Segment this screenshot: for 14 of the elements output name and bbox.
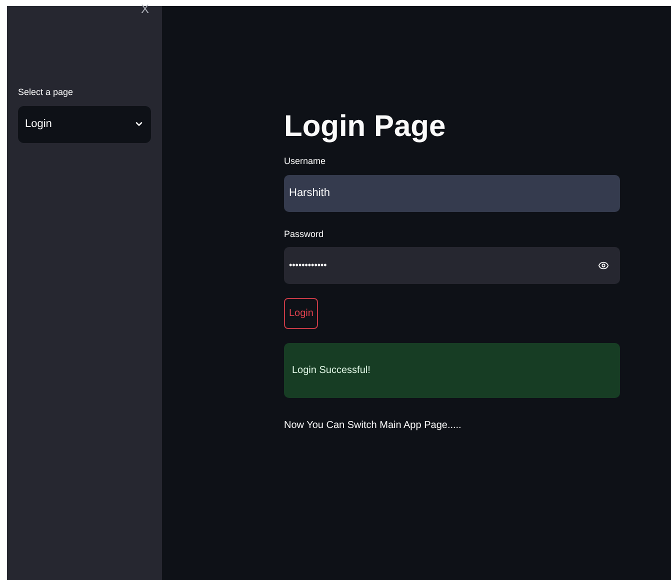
password-field[interactable]: •••••••••••• [284,247,620,284]
page-select[interactable]: Login [18,106,151,142]
password-label: Password [284,228,325,240]
eye-icon[interactable] [598,260,609,271]
username-field[interactable]: Harshith [284,174,620,212]
username-label: Username [284,155,327,168]
note-text: Now You Can Switch Main App Page..... [284,419,462,433]
select-label: Select a page [18,86,74,99]
login-button[interactable]: Login [284,298,318,329]
page-title: Login Page [284,109,447,145]
chevron-down-icon [134,119,144,129]
close-button[interactable]: X [140,2,151,16]
password-value: •••••••••••• [289,258,328,272]
success-message: Login Successful! [292,364,370,378]
